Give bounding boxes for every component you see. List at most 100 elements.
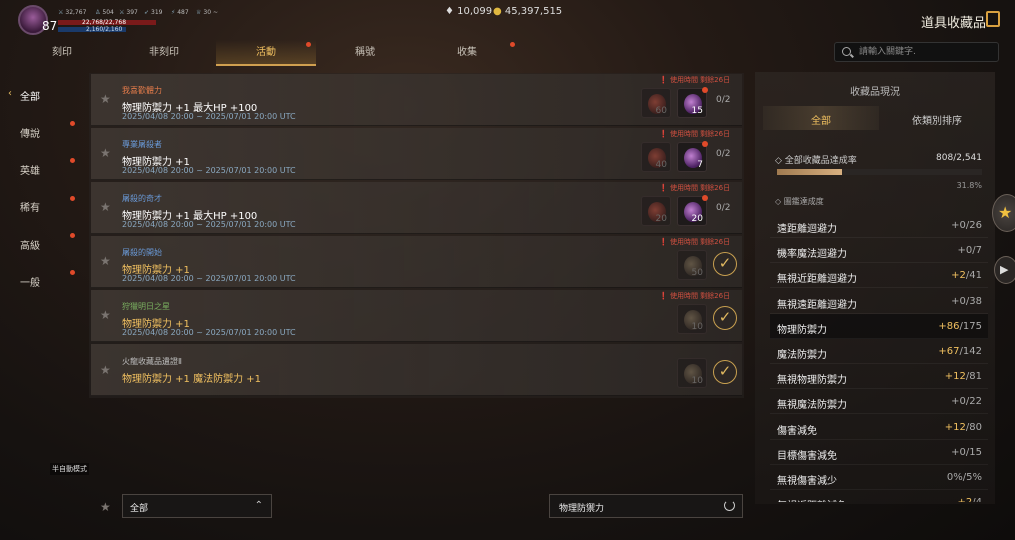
item-timer: ❗ 使用時間 剩餘26日	[659, 184, 731, 192]
stat-row[interactable]: 無視遠距離迴避力 +0/38	[770, 289, 988, 314]
tab-title[interactable]: 稱號	[315, 40, 415, 66]
category-filter-select[interactable]: 全部 ⌃	[122, 494, 272, 518]
bow-icon: ➶	[144, 9, 150, 16]
list-item[interactable]: ★ 火龍收藏品遺證Ⅱ 物理防禦力 +1 魔法防禦力 +1 10 ✓	[91, 344, 742, 396]
stat-row[interactable]: 傷害減免 +12/80	[770, 415, 988, 440]
stat-sort-select[interactable]: 物理防禦力	[549, 494, 743, 518]
item-timer: ❗ 使用時間 剩餘26日	[659, 238, 731, 246]
stat-name: 傷害減免	[777, 425, 817, 437]
stat-value: +67/142	[938, 346, 982, 357]
stat-row[interactable]: 物理防禦力 +86/175	[770, 313, 988, 339]
stat-name: 物理防禦力	[777, 324, 827, 336]
notification-dot	[70, 270, 75, 275]
favorite-filter-star-icon[interactable]: ★	[100, 500, 111, 514]
stat-2: ⚔ 397	[119, 9, 138, 16]
star-icon[interactable]: ★	[100, 200, 111, 214]
stat-value: +0/22	[951, 396, 982, 408]
material-slot[interactable]: 10	[677, 304, 707, 334]
tab-event[interactable]: 活動	[216, 40, 316, 66]
stat-row[interactable]: 無視近距離迴避力 +2/41	[770, 263, 988, 289]
category-all[interactable]: 全部	[20, 88, 40, 103]
stat-name: 無視近距離迴避力	[777, 274, 857, 286]
refresh-icon[interactable]	[724, 500, 735, 511]
list-item[interactable]: ★ 屠殺的奇才 物理防禦力 +1 最大HP +100 2025/04/08 20…	[91, 182, 742, 234]
selected-arrow-icon: ‹	[8, 88, 12, 99]
tab-non-engraved[interactable]: 非刻印	[114, 40, 214, 66]
item-timer: ❗ 使用時間 剩餘26日	[659, 76, 731, 84]
star-icon[interactable]: ★	[100, 92, 111, 106]
stat-row[interactable]: 機率魔法迴避力 +0/7	[770, 238, 988, 264]
item-name: 屠殺的開始	[122, 248, 162, 257]
notification-dot	[510, 42, 515, 47]
stat-row[interactable]: 無視魔法防禦力 +0/22	[770, 389, 988, 415]
item-name: 狩獵明日之星	[122, 302, 170, 311]
category-legend[interactable]: 傳說	[20, 125, 40, 140]
clock-icon: ❗	[659, 76, 670, 84]
stat-name: 無視魔法防禦力	[777, 400, 847, 412]
item-name: 專業屠殺者	[122, 140, 162, 149]
material-slot[interactable]: 7	[677, 141, 708, 172]
exit-icon[interactable]	[986, 11, 1000, 27]
item-date: 2025/04/08 20:00 ~ 2025/07/01 20:00 UTC	[122, 166, 296, 175]
material-slot[interactable]: 20	[641, 196, 671, 226]
trophy-icon: ♕	[196, 9, 202, 16]
stat-row[interactable]: 無視物理防禦力 +12/81	[770, 364, 988, 390]
item-count: 0/2	[716, 149, 731, 159]
clock-icon: ❗	[659, 130, 670, 138]
stat-power: ⚔ 32,767	[58, 9, 87, 16]
search-input[interactable]	[859, 45, 989, 59]
top-bar: 87 ⚔ 32,767 ♙ 504 ⚔ 397 ➶ 319 ⚡ 487 ♕ 30 ~ 22,…	[0, 0, 1015, 40]
item-timer: ❗ 使用時間 剩餘26日	[659, 292, 731, 300]
item-date: 2025/04/08 20:00 ~ 2025/07/01 20:00 UTC	[122, 274, 296, 283]
star-icon[interactable]: ★	[100, 308, 111, 322]
stat-value: +2/4	[958, 497, 982, 502]
category-rare[interactable]: 稀有	[20, 199, 40, 214]
material-slot[interactable]: 40	[641, 142, 671, 172]
list-item[interactable]: ★ 屠殺的開始 物理防禦力 +1 2025/04/08 20:00 ~ 2025…	[91, 236, 742, 288]
item-date: 2025/04/08 20:00 ~ 2025/07/01 20:00 UTC	[122, 112, 296, 121]
check-icon: ✓	[713, 306, 737, 330]
material-slot[interactable]: 50	[677, 250, 707, 280]
category-normal[interactable]: 一般	[20, 274, 40, 289]
wand-icon: ⚡	[171, 9, 176, 16]
star-icon[interactable]: ★	[100, 363, 111, 377]
material-slot[interactable]: 60	[641, 88, 671, 118]
material-slot[interactable]: 15	[677, 87, 708, 118]
stat-row[interactable]: 遠距離迴避力 +0/26	[770, 213, 988, 238]
tab-collect[interactable]: 收集	[417, 40, 517, 66]
list-item[interactable]: ★ 專業屠殺者 物理防禦力 +1 2025/04/08 20:00 ~ 2025…	[91, 128, 742, 180]
sword-icon: ⚔	[119, 9, 125, 16]
star-icon[interactable]: ★	[100, 146, 111, 160]
stat-row[interactable]: 目標傷害減免 +0/15	[770, 440, 988, 465]
stat-value: +86/175	[938, 320, 982, 332]
semi-auto-mode-button[interactable]: 半自動模式	[50, 463, 89, 475]
stat-row[interactable]: 魔法防禦力 +67/142	[770, 339, 988, 364]
item-timer: ❗ 使用時間 剩餘26日	[659, 130, 731, 138]
notification-dot	[70, 233, 75, 238]
material-slot[interactable]: 10	[677, 358, 707, 388]
hp-text: 22,768/22,768	[82, 19, 127, 26]
stat-4: ⚡ 487	[171, 9, 189, 16]
stat-value: +12/81	[944, 371, 982, 383]
star-icon[interactable]: ★	[100, 254, 111, 268]
list-item[interactable]: ★ 狩獵明日之星 物理防禦力 +1 2025/04/08 20:00 ~ 202…	[91, 290, 742, 342]
tab-engraved[interactable]: 刻印	[12, 40, 112, 66]
stat-name: 無視物理防禦力	[777, 375, 847, 387]
stat-row[interactable]: 無視近距離減免 +2/4	[770, 490, 988, 502]
player-level: 87	[42, 19, 58, 33]
mp-text: 2,160/2,160	[86, 26, 123, 33]
stat-row[interactable]: 無視傷害減少 0%/5%	[770, 465, 988, 490]
material-slot[interactable]: 20	[677, 195, 708, 226]
item-name: 我喜歡體力	[122, 86, 162, 95]
search-icon	[842, 47, 851, 56]
stat-value: +0/26	[951, 220, 982, 231]
play-icon[interactable]: ▶	[994, 256, 1015, 284]
search-box[interactable]	[834, 42, 999, 62]
chevron-up-icon: ⌃	[254, 500, 263, 511]
list-item[interactable]: ★ 我喜歡體力 物理防禦力 +1 最大HP +100 2025/04/08 20…	[91, 74, 742, 126]
item-count: 0/2	[716, 95, 731, 105]
diamond-icon: ♦	[445, 6, 458, 17]
category-hero[interactable]: 英雄	[20, 162, 40, 177]
category-advanced[interactable]: 高級	[20, 237, 40, 252]
favorites-star-icon[interactable]: ★	[992, 194, 1015, 232]
